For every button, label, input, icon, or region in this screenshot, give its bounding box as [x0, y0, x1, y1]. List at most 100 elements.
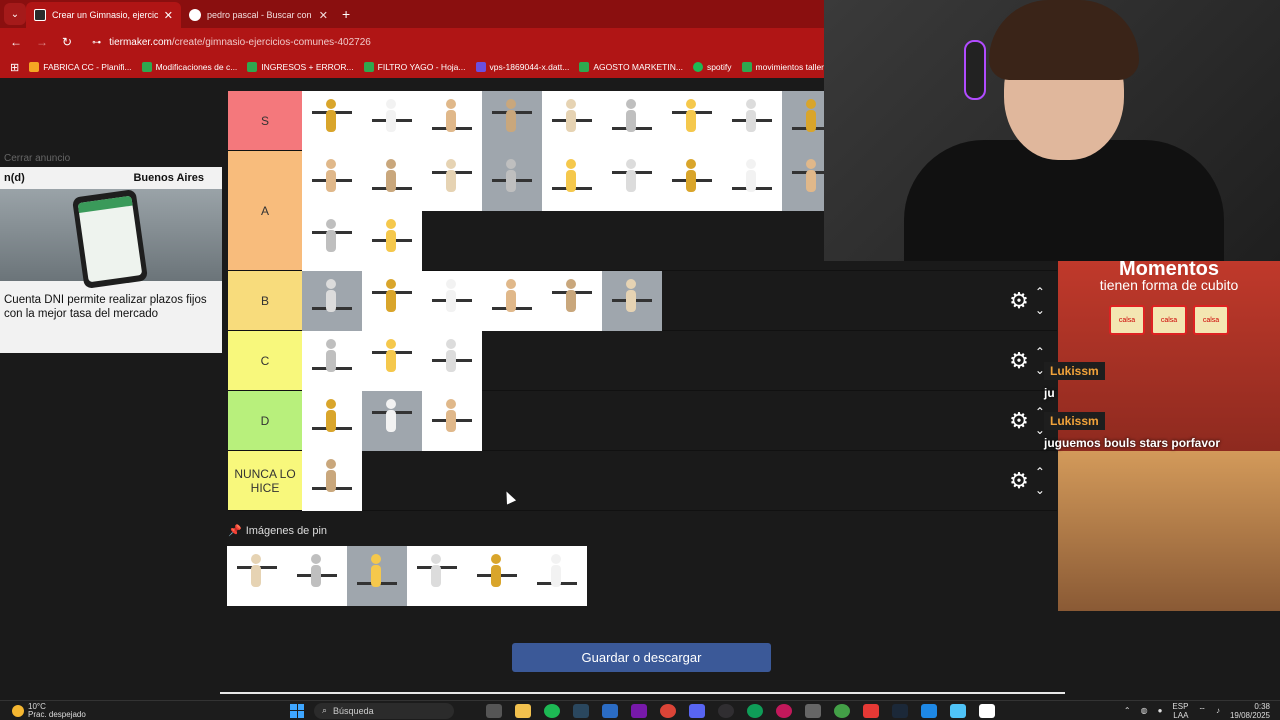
- tier-items[interactable]: [302, 331, 997, 391]
- exercise-image[interactable]: [422, 391, 482, 451]
- exercise-image[interactable]: [302, 151, 362, 211]
- obs-icon[interactable]: [718, 703, 734, 718]
- tier-settings-gear-icon[interactable]: ⚙: [1009, 288, 1029, 314]
- exercise-image[interactable]: [362, 91, 422, 151]
- bookmark-item[interactable]: movimientos tallere...: [741, 62, 824, 72]
- bookmark-item[interactable]: FILTRO YAGO - Hoja...: [363, 62, 466, 72]
- exercise-image[interactable]: [302, 211, 362, 271]
- pinned-exercise-image[interactable]: [347, 546, 407, 606]
- exercise-image[interactable]: [302, 331, 362, 391]
- exercise-image[interactable]: [302, 451, 362, 511]
- file-explorer-icon[interactable]: [515, 703, 531, 718]
- close-ad-button[interactable]: Cerrar anuncio: [4, 153, 70, 164]
- tier-label[interactable]: D: [228, 391, 302, 450]
- advertisement[interactable]: n(d) Buenos Aires Cuenta DNI permite rea…: [0, 167, 222, 353]
- bookmark-item[interactable]: FABRICA CC - Planifi...: [29, 62, 132, 72]
- steam-icon[interactable]: [573, 703, 589, 718]
- bookmark-spotify[interactable]: spotify: [692, 62, 732, 72]
- tier-items[interactable]: [302, 391, 997, 451]
- tier-label[interactable]: NUNCA LO HICE: [228, 451, 302, 510]
- apps-grid-icon[interactable]: ⊞: [10, 61, 19, 74]
- task-view-icon[interactable]: [486, 703, 502, 718]
- exercise-image[interactable]: [422, 151, 482, 211]
- discord-icon[interactable]: [689, 703, 705, 718]
- exercise-image[interactable]: [602, 91, 662, 151]
- close-tab-icon[interactable]: ✕: [319, 9, 328, 22]
- exercise-image[interactable]: [362, 331, 422, 391]
- pinned-exercise-image[interactable]: [527, 546, 587, 606]
- mail-icon[interactable]: [602, 703, 618, 718]
- exercise-image[interactable]: [602, 271, 662, 331]
- forward-icon[interactable]: →: [36, 35, 48, 49]
- exercise-image[interactable]: [722, 151, 782, 211]
- exercise-image[interactable]: [542, 91, 602, 151]
- bookmark-item[interactable]: vps-1869044-x.datt...: [475, 62, 569, 72]
- tier-settings-gear-icon[interactable]: ⚙: [1009, 408, 1029, 434]
- exercise-image[interactable]: [662, 151, 722, 211]
- volume-icon[interactable]: ♪: [1216, 706, 1220, 715]
- weather-widget[interactable]: 10°C Prac. despejado: [0, 702, 290, 719]
- tab-google[interactable]: pedro pascal - Buscar con Goog ✕: [181, 2, 336, 28]
- close-tab-icon[interactable]: ✕: [164, 9, 173, 22]
- tier-label[interactable]: A: [228, 151, 302, 270]
- move-tier-down-icon[interactable]: ⌄: [1035, 304, 1045, 316]
- chrome-icon[interactable]: [660, 703, 676, 718]
- chrome-profile-icon[interactable]: [747, 703, 763, 718]
- exercise-image[interactable]: [542, 151, 602, 211]
- app-icon[interactable]: [805, 703, 821, 718]
- exercise-image[interactable]: [302, 391, 362, 451]
- site-info-icon[interactable]: ⊶: [92, 37, 101, 48]
- move-tier-up-icon[interactable]: ⌃: [1035, 346, 1045, 358]
- new-tab-icon[interactable]: +: [342, 6, 350, 22]
- steam-icon[interactable]: [892, 703, 908, 718]
- exercise-image[interactable]: [602, 151, 662, 211]
- pinned-exercise-image[interactable]: [467, 546, 527, 606]
- pinned-exercise-image[interactable]: [287, 546, 347, 606]
- mic-icon[interactable]: ●: [1158, 706, 1163, 715]
- exercise-image[interactable]: [362, 391, 422, 451]
- exercise-image[interactable]: [362, 271, 422, 331]
- windows-start-icon[interactable]: [290, 703, 304, 718]
- tab-tiermaker[interactable]: Crear un Gimnasio, ejercicios co ✕: [26, 2, 181, 28]
- exercise-image[interactable]: [542, 271, 602, 331]
- exercise-image[interactable]: [482, 271, 542, 331]
- chevron-up-icon[interactable]: ⌃: [1124, 706, 1131, 715]
- tier-items[interactable]: [302, 271, 997, 331]
- clock[interactable]: 0:38 19/08/2025: [1230, 702, 1270, 720]
- wifi-icon[interactable]: ⌔: [1198, 706, 1206, 716]
- notepad-icon[interactable]: [950, 703, 966, 718]
- exercise-image[interactable]: [422, 91, 482, 151]
- tier-items[interactable]: [302, 451, 997, 511]
- bookmark-item[interactable]: AGOSTO MARKETIN...: [579, 62, 683, 72]
- exercise-image[interactable]: [362, 211, 422, 271]
- exercise-image[interactable]: [722, 91, 782, 151]
- chrome-profile-icon[interactable]: [776, 703, 792, 718]
- exercise-image[interactable]: [482, 91, 542, 151]
- url-field[interactable]: ⊶ tiermaker.com/create/gimnasio-ejercici…: [92, 37, 371, 48]
- reload-icon[interactable]: ↻: [62, 35, 72, 49]
- taskbar-search-field[interactable]: ⌕ Búsqueda: [314, 702, 454, 719]
- exercise-image[interactable]: [422, 271, 482, 331]
- back-icon[interactable]: ←: [10, 35, 22, 49]
- language-indicator[interactable]: ESP LAA: [1172, 702, 1188, 720]
- bookmark-item[interactable]: INGRESOS + ERROR...: [247, 62, 354, 72]
- move-tier-up-icon[interactable]: ⌃: [1035, 466, 1045, 478]
- exercise-image[interactable]: [302, 91, 362, 151]
- capcut-icon[interactable]: [979, 703, 995, 718]
- app-icon[interactable]: [921, 703, 937, 718]
- exercise-image[interactable]: [422, 331, 482, 391]
- chrome-profile-icon[interactable]: [834, 703, 850, 718]
- exercise-image[interactable]: [302, 271, 362, 331]
- pinned-exercise-image[interactable]: [407, 546, 467, 606]
- network-icon[interactable]: ◍: [1141, 706, 1148, 715]
- tier-settings-gear-icon[interactable]: ⚙: [1009, 468, 1029, 494]
- save-download-button[interactable]: Guardar o descargar: [512, 643, 771, 672]
- tier-label[interactable]: C: [228, 331, 302, 390]
- app-icon[interactable]: [863, 703, 879, 718]
- exercise-image[interactable]: [362, 151, 422, 211]
- spotify-icon[interactable]: [544, 703, 560, 718]
- bookmark-item[interactable]: Modificaciones de c...: [141, 62, 237, 72]
- tier-settings-gear-icon[interactable]: ⚙: [1009, 348, 1029, 374]
- tab-search-button[interactable]: ⌄: [4, 3, 26, 25]
- onenote-icon[interactable]: [631, 703, 647, 718]
